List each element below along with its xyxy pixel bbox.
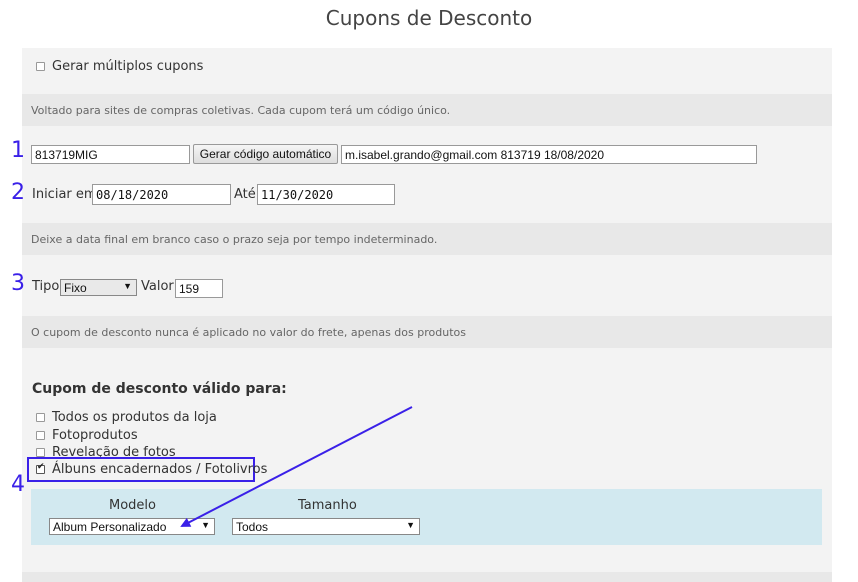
annotation-arrow-icon — [180, 406, 413, 527]
